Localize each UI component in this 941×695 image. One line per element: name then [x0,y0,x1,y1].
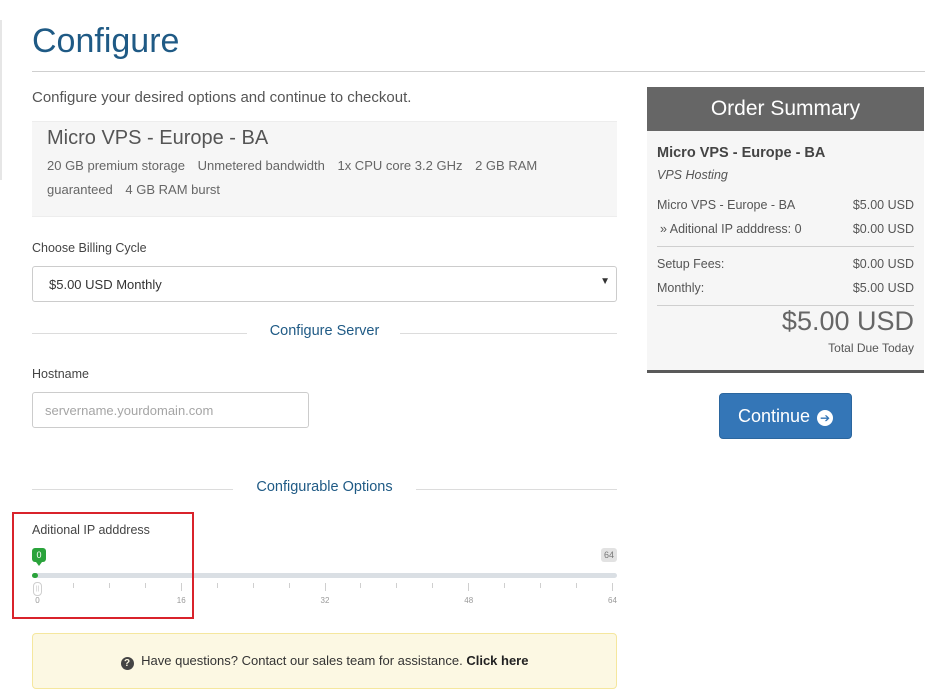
slider-tick [540,583,542,588]
product-features: 20 GB premium storage Unmetered bandwidt… [47,154,567,202]
slider-tick [612,583,613,591]
slider-tick [324,583,326,591]
slider-tick [468,583,470,591]
product-feature: Unmetered bandwidth [197,158,325,173]
left-edge-bar [0,20,2,180]
page-title: Configure [32,22,180,60]
configurable-options-heading: Configurable Options [256,479,393,495]
product-name: Micro VPS - Europe - BA [47,127,269,149]
continue-label: Continue [737,406,811,426]
configure-server-divider: Configure Server [32,323,617,343]
billing-cycle-label: Choose Billing Cycle [32,241,147,255]
slider-tick [432,583,434,588]
highlight-box [12,512,194,619]
summary-line-item: » Aditional IP adddress: 0 $0.00 USD [657,222,914,236]
slider-tick [576,583,578,588]
billing-cycle-select[interactable]: $5.00 USD Monthly ▼ [32,266,617,302]
summary-line-item: Micro VPS - Europe - BA $5.00 USD [657,198,914,212]
slider-tick [504,583,506,588]
configurable-options-divider: Configurable Options [32,479,617,499]
slider-tick [288,583,290,588]
summary-line-label: » Aditional IP adddress: 0 [660,222,802,236]
order-summary-title: Order Summary [647,87,924,131]
question-circle-icon: ? [120,657,134,670]
summary-product-group: VPS Hosting [657,168,728,182]
slider-tick [360,583,362,588]
hostname-input[interactable] [32,392,309,428]
product-feature: 4 GB RAM burst [125,182,221,197]
slider-tick [216,583,218,588]
summary-fee-value: $5.00 USD [852,281,914,295]
summary-product-name: Micro VPS - Europe - BA [657,145,826,161]
summary-divider [657,246,914,247]
help-text: Have questions? Contact our sales team f… [141,653,463,668]
summary-fee-label: Setup Fees: [657,257,725,271]
summary-fee-row: Monthly: $5.00 USD [657,281,914,295]
summary-fee-value: $0.00 USD [852,257,914,271]
title-divider [32,71,925,72]
summary-total-label: Total Due Today [828,341,914,355]
summary-line-label: Micro VPS - Europe - BA [657,198,796,212]
summary-fee-label: Monthly: [657,281,705,295]
product-info-box: Micro VPS - Europe - BA 20 GB premium st… [32,121,617,217]
summary-fee-row: Setup Fees: $0.00 USD [657,257,914,271]
continue-button[interactable]: Continue ➔ [719,393,852,439]
intro-text: Configure your desired options and conti… [32,89,412,106]
slider-tick-label: 32 [320,596,330,605]
chevron-down-icon: ▼ [600,276,610,287]
product-feature: 20 GB premium storage [47,158,186,173]
slider-tick [252,583,254,588]
billing-cycle-value: $5.00 USD Monthly [49,277,162,292]
slider-tick-label: 48 [464,596,474,605]
slider-tick-label: 64 [608,596,617,605]
arrow-circle-right-icon: ➔ [817,410,834,426]
summary-total: $5.00 USD [781,306,914,336]
summary-line-value: $0.00 USD [852,222,914,236]
help-alert: ? Have questions? Contact our sales team… [32,633,617,689]
configure-server-heading: Configure Server [269,323,380,339]
contact-sales-link[interactable]: Click here [466,653,528,668]
product-feature: 1x CPU core 3.2 GHz [337,158,463,173]
summary-line-value: $5.00 USD [852,198,914,212]
slider-tick [396,583,398,588]
order-summary-panel: Order Summary Micro VPS - Europe - BA VP… [647,87,924,373]
hostname-label: Hostname [32,367,89,381]
slider-max-value: 64 [600,548,617,562]
